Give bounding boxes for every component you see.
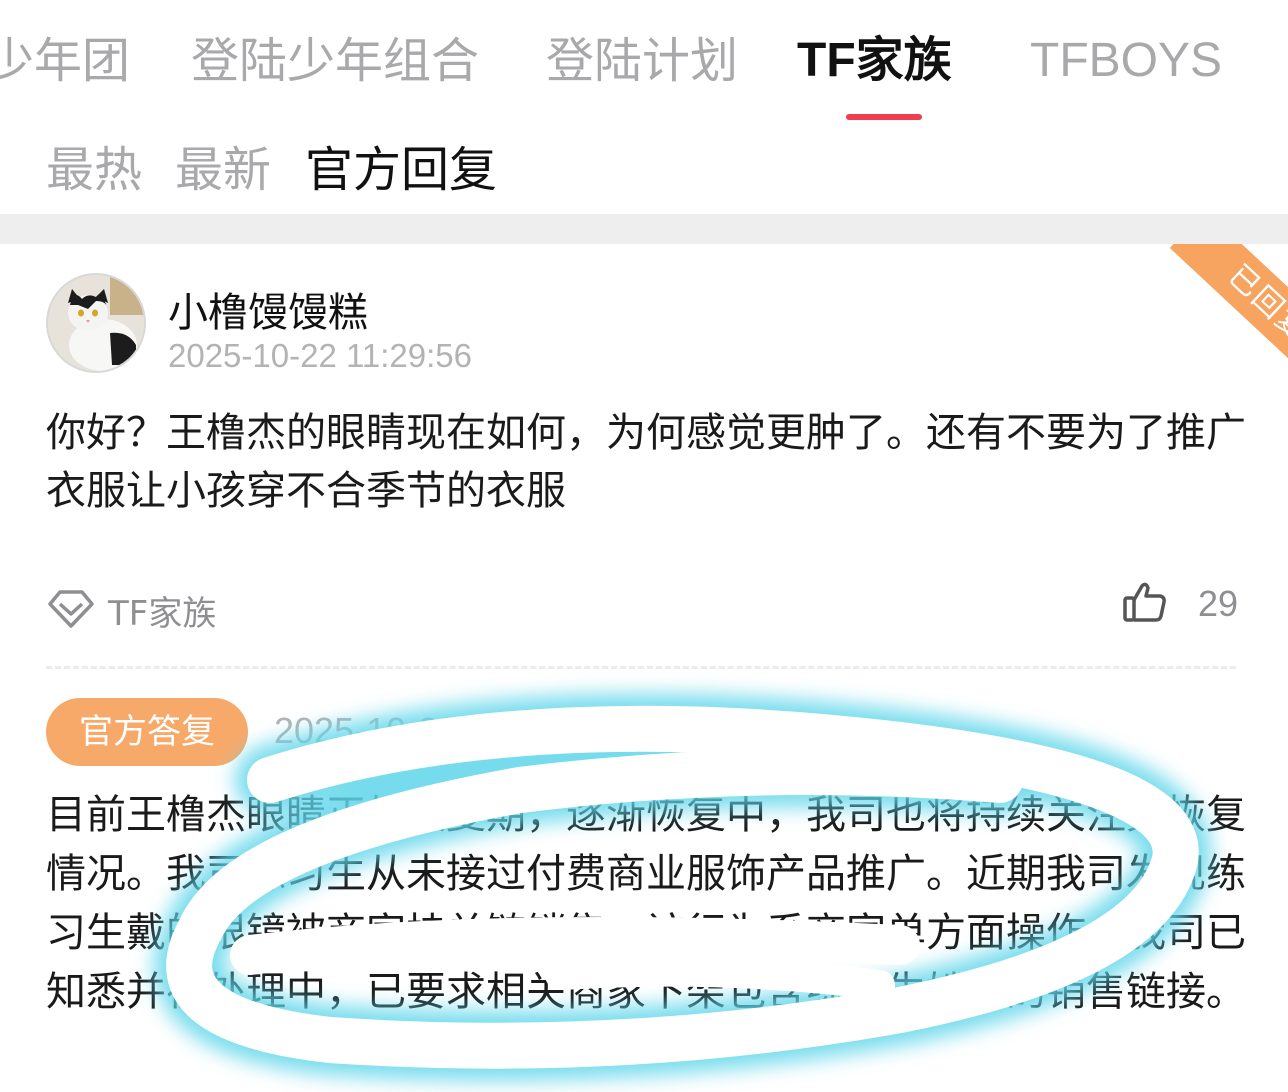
reply-timestamp: 2025-10-23 0 [274,710,489,751]
reply-text: 目前王橹杰眼睛正处恢复期，逐渐恢复中，我司也将持续关注其恢复情况。我司练习生从未… [46,792,1246,1015]
official-reply-badge: 官方答复 [46,698,248,766]
top-tab-bar: 少年团 登陆少年组合 登陆计划 TF家族 TFBOYS [0,0,1288,125]
thumbs-up-icon[interactable] [1122,580,1168,624]
like-count: 29 [1198,583,1239,624]
tab-denglu-shaonian-zuhe[interactable]: 登陆少年组合 [191,30,479,92]
diamond-icon [48,590,94,628]
section-divider-bar [0,214,1288,244]
sort-newest[interactable]: 最新 [175,140,271,200]
topic-tag[interactable]: TF家族 [108,586,216,635]
tab-tf-family[interactable]: TF家族 [797,30,952,92]
tab-tfboys[interactable]: TFBOYS [1030,30,1222,92]
sort-hottest[interactable]: 最热 [46,140,142,200]
cat-avatar-icon [48,275,144,371]
replied-ribbon: 已回复 [1118,244,1288,384]
comment-timestamp: 2025-10-22 11:29:56 [168,337,472,374]
replied-ribbon-label: 已回复 [1169,244,1288,384]
sort-official-reply[interactable]: 官方回复 [305,140,497,200]
comment-text: 你好？王橹杰的眼睛现在如何，为何感觉更肿了。还有不要为了推广衣服让小孩穿不合季节… [46,410,1246,514]
tab-denglu-jihua[interactable]: 登陆计划 [546,30,738,92]
dashed-divider [46,666,1236,669]
tab-shaonian-tuan[interactable]: 少年团 [0,30,130,92]
comment-username[interactable]: 小橹馒馒糕 [168,280,368,338]
avatar[interactable] [46,273,146,373]
active-tab-indicator [846,114,922,120]
